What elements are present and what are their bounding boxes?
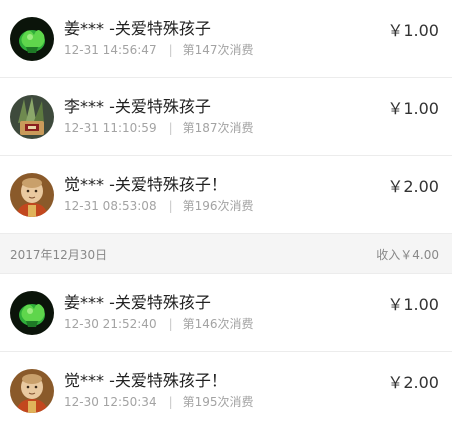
timestamp: 12-30 12:50:34	[64, 395, 157, 409]
avatar	[10, 17, 54, 61]
divider: |	[168, 121, 173, 135]
record-meta: 12-31 11:10:59 | 第187次消费	[64, 119, 254, 136]
list-item[interactable]: 李*** -关爱特殊孩子 12-31 11:10:59 | 第187次消费 ￥1.0…	[0, 78, 452, 156]
avatar	[10, 369, 54, 413]
donor-name: 觉*** -关爱特殊孩子！	[64, 371, 227, 390]
divider: |	[168, 43, 173, 57]
group-date: 2017年12月30日	[10, 248, 108, 262]
donor-name: 姜*** -关爱特殊孩子	[64, 19, 211, 38]
record-meta: 12-30 12:50:34 | 第195次消费	[64, 393, 254, 410]
consume-count: 第147次消费	[182, 43, 254, 57]
timestamp: 12-31 08:53:08	[64, 199, 157, 213]
record-meta: 12-31 08:53:08 | 第196次消费	[64, 197, 254, 214]
timestamp: 12-30 21:52:40	[64, 317, 157, 331]
amount: ￥1.00	[387, 295, 439, 314]
donor-name: 李*** -关爱特殊孩子	[64, 97, 211, 116]
date-group-header: 2017年12月30日 收入￥4.00	[0, 234, 452, 274]
amount: ￥2.00	[387, 177, 439, 196]
list-item[interactable]: 觉*** -关爱特殊孩子！ 12-30 12:50:34 | 第195次消费 ￥2.…	[0, 352, 452, 430]
green-plant-icon	[10, 17, 54, 61]
consume-count: 第146次消费	[182, 317, 254, 331]
avatar	[10, 95, 54, 139]
divider: |	[168, 199, 173, 213]
record-meta: 12-31 14:56:47 | 第147次消费	[64, 41, 254, 58]
group-income: 收入￥4.00	[376, 248, 439, 262]
avatar	[10, 173, 54, 217]
buddha-icon	[10, 369, 54, 413]
timestamp: 12-31 14:56:47	[64, 43, 157, 57]
potted-plant-icon	[10, 95, 54, 139]
consume-count: 第196次消费	[182, 199, 254, 213]
consume-count: 第195次消费	[182, 395, 254, 409]
amount: ￥1.00	[387, 99, 439, 118]
green-plant-icon	[10, 291, 54, 335]
transaction-list: 姜*** -关爱特殊孩子 12-31 14:56:47 | 第147次消费 ￥1.0…	[0, 0, 452, 430]
timestamp: 12-31 11:10:59	[64, 121, 157, 135]
buddha-icon	[10, 173, 54, 217]
list-item[interactable]: 觉*** -关爱特殊孩子！ 12-31 08:53:08 | 第196次消费 ￥2.…	[0, 156, 452, 234]
donor-name: 姜*** -关爱特殊孩子	[64, 293, 211, 312]
list-item[interactable]: 姜*** -关爱特殊孩子 12-30 21:52:40 | 第146次消费 ￥1.0…	[0, 274, 452, 352]
record-meta: 12-30 21:52:40 | 第146次消费	[64, 315, 254, 332]
consume-count: 第187次消费	[182, 121, 254, 135]
divider: |	[168, 395, 173, 409]
divider: |	[168, 317, 173, 331]
list-item[interactable]: 姜*** -关爱特殊孩子 12-31 14:56:47 | 第147次消费 ￥1.0…	[0, 0, 452, 78]
amount: ￥1.00	[387, 21, 439, 40]
avatar	[10, 291, 54, 335]
donor-name: 觉*** -关爱特殊孩子！	[64, 175, 227, 194]
amount: ￥2.00	[387, 373, 439, 392]
